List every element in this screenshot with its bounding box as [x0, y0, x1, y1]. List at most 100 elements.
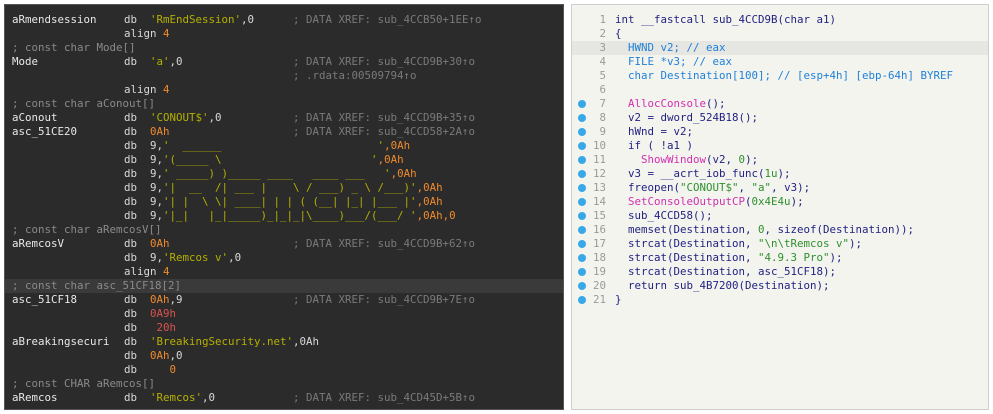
- asm-operand: ,0: [208, 111, 222, 124]
- xref-comment[interactable]: ; DATA XREF: sub_4CD45D+5B↑o: [293, 391, 475, 405]
- pseudocode-line[interactable]: 4 FILE *v3; // eax: [572, 55, 988, 69]
- pseudocode-line[interactable]: 10 if ( !a1 ): [572, 139, 988, 153]
- pseudocode-line[interactable]: 6: [572, 83, 988, 97]
- asm-label[interactable]: aBreakingsecuri: [12, 335, 110, 349]
- asm-line[interactable]: aConout db 'CONOUT$',0 ; DATA XREF: sub_4C…: [5, 111, 563, 125]
- breakpoint-dot-icon[interactable]: [578, 240, 586, 248]
- asm-line[interactable]: db 0: [5, 363, 563, 377]
- asm-line[interactable]: ; const char Mode[]: [5, 41, 563, 55]
- breakpoint-dot-icon[interactable]: [578, 254, 586, 262]
- xref-comment[interactable]: ; .rdata:00509794↑o: [293, 69, 417, 83]
- asm-line[interactable]: align 4: [5, 27, 563, 41]
- breakpoint-dot-icon[interactable]: [578, 156, 586, 164]
- code-text: HWND v2; // eax: [615, 41, 726, 55]
- breakpoint-dot-icon[interactable]: [578, 170, 586, 178]
- breakpoint-dot-icon[interactable]: [578, 128, 586, 136]
- asm-line[interactable]: aRemcosV db 0Ah ; DATA XREF: sub_4CCD9B+62…: [5, 237, 563, 251]
- xref-comment[interactable]: ; DATA XREF: sub_4CCD58+2A↑o: [293, 125, 475, 139]
- pseudocode-line[interactable]: 18 strcat(Destination, "4.9.3 Pro");: [572, 251, 988, 265]
- pseudocode-line[interactable]: 15 sub_4CCD58();: [572, 209, 988, 223]
- asm-directive: db: [124, 391, 138, 404]
- asm-line[interactable]: db 9,'|_| |_|_____)_|_|_|\____)___/(___/…: [5, 209, 563, 223]
- pseudocode-line[interactable]: 13 freopen("CONOUT$", "a", v3);: [572, 181, 988, 195]
- xref-comment[interactable]: ; DATA XREF: sub_4CCD9B+30↑o: [293, 55, 475, 69]
- asm-label[interactable]: asc_51CE20: [12, 125, 77, 139]
- asm-line[interactable]: ; .rdata:00509794↑o: [5, 69, 563, 83]
- code-token: if ( !a1 ): [615, 139, 694, 152]
- asm-line[interactable]: db 20h: [5, 321, 563, 335]
- asm-line[interactable]: db 9,'| | \ \| ____| | | ( (__| |_| |___…: [5, 195, 563, 209]
- asm-line[interactable]: asc_51CF18 db 0Ah,9 ; DATA XREF: sub_4CCD9…: [5, 293, 563, 307]
- asm-operand: 'Remcos': [150, 391, 203, 404]
- asm-line[interactable]: align 4: [5, 265, 563, 279]
- pseudocode-line[interactable]: 9 hWnd = v2;: [572, 125, 988, 139]
- breakpoint-dot-icon[interactable]: [578, 114, 586, 122]
- pseudocode-line[interactable]: 7 AllocConsole();: [572, 97, 988, 111]
- breakpoint-dot-icon[interactable]: [578, 212, 586, 220]
- pseudocode-line[interactable]: 12 v3 = __acrt_iob_func(1u);: [572, 167, 988, 181]
- pseudocode-line[interactable]: 8 v2 = dword_524B18();: [572, 111, 988, 125]
- xref-comment[interactable]: ; DATA XREF: sub_4CCB50+1EE↑o: [293, 13, 482, 27]
- asm-label[interactable]: aRmendsession: [12, 13, 97, 27]
- asm-line[interactable]: ; const CHAR aRemcos[]: [5, 377, 563, 391]
- pseudocode-line[interactable]: 20 return sub_4B7200(Destination);: [572, 279, 988, 293]
- asm-operands: db 'RmEndSession',0: [124, 13, 254, 27]
- code-token[interactable]: SetConsoleOutputCP: [628, 195, 745, 208]
- pseudocode-line[interactable]: 21}: [572, 293, 988, 307]
- xref-comment[interactable]: ; DATA XREF: sub_4CCD9B+62↑o: [293, 237, 475, 251]
- breakpoint-dot-icon[interactable]: [578, 282, 586, 290]
- asm-line[interactable]: ; const char asc_51CF18[2]: [5, 279, 563, 293]
- asm-line[interactable]: aBreakingsecuri db 'BreakingSecurity.net'…: [5, 335, 563, 349]
- line-number: 3: [599, 41, 606, 54]
- breakpoint-dot-icon[interactable]: [578, 184, 586, 192]
- breakpoint-dot-icon[interactable]: [578, 198, 586, 206]
- asm-line[interactable]: db 9,' _____) )_____ ____ ____ ___ ',0Ah: [5, 167, 563, 181]
- code-text: int __fastcall sub_4CCD9B(char a1): [615, 13, 836, 27]
- breakpoint-dot-icon[interactable]: [578, 142, 586, 150]
- xref-comment[interactable]: ; DATA XREF: sub_4CCD9B+7E↑o: [293, 293, 475, 307]
- pseudocode-line[interactable]: 17 strcat(Destination, "\n\tRemcos v");: [572, 237, 988, 251]
- xref-comment[interactable]: ; DATA XREF: sub_4CCD9B+35↑o: [293, 111, 475, 125]
- breakpoint-dot-icon[interactable]: [578, 268, 586, 276]
- asm-operand: 9,: [150, 209, 164, 222]
- asm-label[interactable]: asc_51CF18: [12, 293, 77, 307]
- asm-line[interactable]: db 0A9h: [5, 307, 563, 321]
- pseudocode-line[interactable]: 2{: [572, 27, 988, 41]
- asm-label[interactable]: aRemcos: [12, 391, 58, 405]
- asm-line[interactable]: Mode db 'a',0 ; DATA XREF: sub_4CCD9B+30↑o: [5, 55, 563, 69]
- asm-line[interactable]: db 9,' ______ ',0Ah: [5, 139, 563, 153]
- asm-label[interactable]: Mode: [12, 55, 38, 69]
- pseudocode-line[interactable]: 16 memset(Destination, 0, sizeof(Destina…: [572, 223, 988, 237]
- line-number: 20: [592, 279, 606, 292]
- asm-line[interactable]: ; const char aConout[]: [5, 97, 563, 111]
- line-number: 10: [592, 139, 606, 152]
- asm-directive: db: [124, 167, 138, 180]
- breakpoint-dot-icon[interactable]: [578, 226, 586, 234]
- code-token[interactable]: ShowWindow: [641, 153, 706, 166]
- asm-line[interactable]: aRmendsession db 'RmEndSession',0 ; DATA X…: [5, 13, 563, 27]
- asm-label[interactable]: aRemcosV: [12, 237, 64, 251]
- pseudocode-line[interactable]: 14 SetConsoleOutputCP(0x4E4u);: [572, 195, 988, 209]
- asm-line[interactable]: db 9,'(_____ \ ',0Ah: [5, 153, 563, 167]
- asm-line[interactable]: db 0Ah,0: [5, 349, 563, 363]
- pseudocode-line[interactable]: 11 ShowWindow(v2, 0);: [572, 153, 988, 167]
- asm-line[interactable]: db 9,'| __ /| ___ | \ / ___) _ \ /___)',…: [5, 181, 563, 195]
- asm-operand: 4: [163, 27, 170, 40]
- breakpoint-dot-icon[interactable]: [578, 296, 586, 304]
- asm-comment: ; const char aConout[]: [12, 97, 156, 110]
- asm-line[interactable]: asc_51CE20 db 0Ah ; DATA XREF: sub_4CCD58+…: [5, 125, 563, 139]
- breakpoint-dot-icon[interactable]: [578, 100, 586, 108]
- disassembly-view[interactable]: aRmendsession db 'RmEndSession',0 ; DATA X…: [4, 4, 564, 410]
- code-token[interactable]: AllocConsole: [628, 97, 706, 110]
- line-number: 11: [592, 153, 606, 166]
- asm-label[interactable]: aConout: [12, 111, 58, 125]
- pseudocode-line[interactable]: 1 int __fastcall sub_4CCD9B(char a1): [572, 13, 988, 27]
- pseudocode-line[interactable]: 5 char Destination[100]; // [esp+4h] [eb…: [572, 69, 988, 83]
- asm-line[interactable]: ; const char aRemcosV[]: [5, 223, 563, 237]
- pseudocode-line[interactable]: 3 HWND v2; // eax: [572, 41, 988, 55]
- pseudocode-line[interactable]: 19 strcat(Destination, asc_51CF18);: [572, 265, 988, 279]
- pseudocode-view[interactable]: 1 int __fastcall sub_4CCD9B(char a1) 2{3 H…: [571, 4, 989, 410]
- asm-line[interactable]: db 9,'Remcos v',0: [5, 251, 563, 265]
- asm-line[interactable]: aRemcos db 'Remcos',0 ; DATA XREF: sub_4CD…: [5, 391, 563, 405]
- asm-line[interactable]: align 4: [5, 83, 563, 97]
